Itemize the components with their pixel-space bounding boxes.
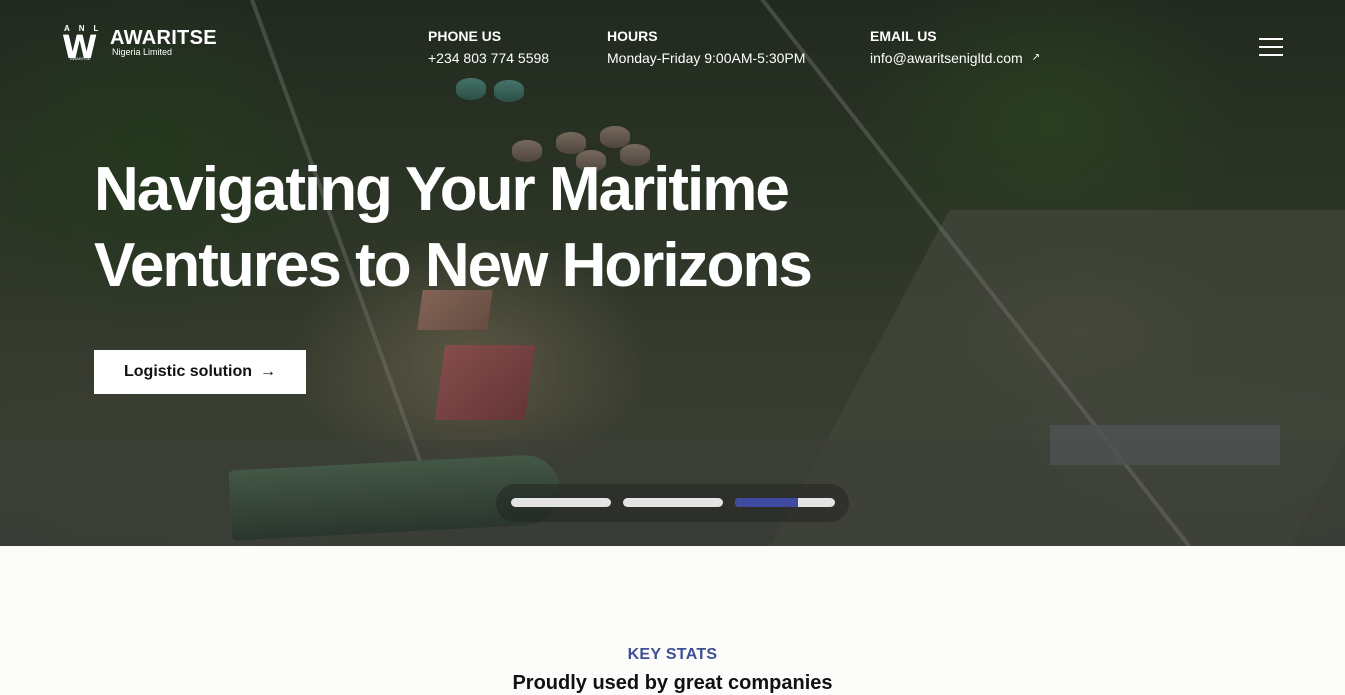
hours-label: HOURS [607,28,658,44]
hero-headline-line2: Ventures to New Horizons [94,231,813,300]
stats-title: Proudly used by great companies [512,672,833,694]
slide-indicator [496,484,849,522]
slide-progress-fill [735,498,798,507]
slide-dot[interactable] [511,498,611,507]
slide-dot[interactable] [623,498,723,507]
hamburger-menu-icon[interactable] [1259,38,1283,56]
hero-headline-line1: Navigating Your Maritime [94,155,790,224]
email-label: EMAIL US [870,28,937,44]
email-link[interactable]: info@awaritsenigltd.com ↗ [870,50,1040,66]
menu-line [1259,46,1283,48]
phone-value[interactable]: +234 803 774 5598 [428,50,549,66]
logo-mark: ANL W AWARITSE [62,24,106,66]
logo-text: AWARITSE Nigeria Limited [110,26,217,57]
phone-label: PHONE US [428,28,502,44]
header-hours: HOURS Monday-Friday 9:00AM-5:30PM [607,28,805,66]
header-phone[interactable]: PHONE US +234 803 774 5598 [428,28,549,66]
arrow-right-icon: → [260,363,276,380]
menu-line [1259,54,1283,56]
cta-label: Logistic solution [124,363,252,380]
key-stats-section: KEY STATS Proudly used by great companie… [0,546,1345,694]
hero-section: ANL W AWARITSE AWARITSE Nigeria Limited … [0,0,1345,546]
slide-dot-active[interactable] [735,498,835,507]
stats-eyebrow: KEY STATS [627,646,718,663]
header-email[interactable]: EMAIL US info@awaritsenigltd.com ↗ [870,28,1040,66]
email-value: info@awaritsenigltd.com [870,50,1023,66]
brand-logo[interactable]: ANL W AWARITSE AWARITSE Nigeria Limited [62,24,217,66]
logo-mark-sub: AWARITSE [70,56,91,61]
menu-line [1259,38,1283,40]
logistic-solution-button[interactable]: Logistic solution → [94,350,306,394]
arrow-up-right-icon: ↗ [1031,52,1041,63]
hours-value: Monday-Friday 9:00AM-5:30PM [607,50,806,66]
hero-headline: Navigating Your Maritime Ventures to New… [94,152,813,304]
